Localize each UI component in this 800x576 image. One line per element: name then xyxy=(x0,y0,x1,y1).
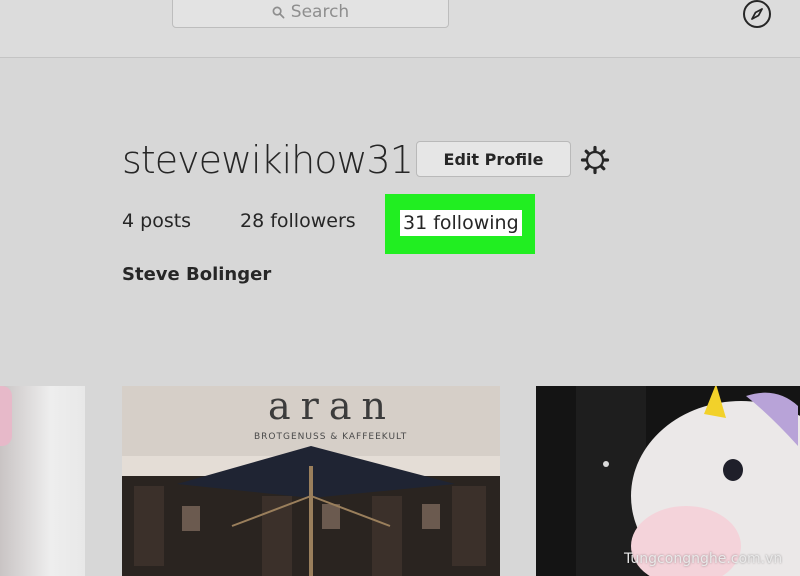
unicorn-photo xyxy=(536,386,800,576)
search-label: Search xyxy=(290,2,350,22)
top-bar: Search xyxy=(0,0,800,58)
edit-profile-button[interactable]: Edit Profile xyxy=(416,141,571,177)
search-bar[interactable]: Search xyxy=(172,0,449,28)
profile-username: stevewikihow31 xyxy=(122,138,414,182)
post-thumbnail-3[interactable] xyxy=(536,386,800,576)
watermark-text: Tungcongnghe.com.vn xyxy=(624,551,783,567)
pink-shape xyxy=(0,386,12,446)
gear-icon[interactable] xyxy=(580,145,610,175)
cafe-subtitle: BROTGENUSS & KAFFEEKULT xyxy=(254,432,408,442)
profile-full-name: Steve Bolinger xyxy=(122,264,272,285)
post-thumbnail-1[interactable] xyxy=(0,386,85,576)
post-thumbnail-2[interactable]: aran BROTGENUSS & KAFFEEKULT xyxy=(122,386,500,576)
search-icon xyxy=(272,6,285,18)
compass-icon[interactable] xyxy=(741,0,773,30)
following-link[interactable]: 31 following xyxy=(400,210,522,236)
posts-count: 4 posts xyxy=(122,210,192,232)
followers-link[interactable]: 28 followers xyxy=(240,210,356,232)
cafe-sign-text: aran xyxy=(268,386,396,428)
